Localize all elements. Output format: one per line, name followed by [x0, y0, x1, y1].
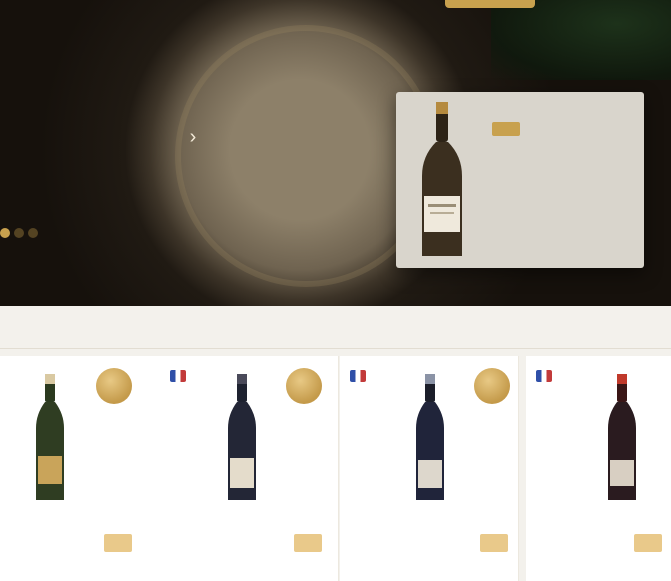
- product-card[interactable]: [0, 356, 179, 581]
- product-bottle-image: [222, 372, 262, 502]
- flag-icon: [170, 370, 186, 382]
- featured-product-card[interactable]: [396, 92, 644, 268]
- page: ›: [0, 0, 671, 581]
- wine-bottle-icon: [416, 374, 444, 500]
- product-card[interactable]: [160, 356, 339, 581]
- cart-icon[interactable]: [104, 534, 132, 552]
- featured-bottle-image: [408, 100, 476, 260]
- flag-icon: [536, 370, 552, 382]
- product-bottle-image: [410, 372, 450, 502]
- hero-dot[interactable]: [0, 228, 10, 238]
- medal-icon: [474, 368, 510, 404]
- flag-icon: [350, 370, 366, 382]
- medal-icon: [286, 368, 322, 404]
- medal-icon: [96, 368, 132, 404]
- hero-top-accent: [445, 0, 535, 8]
- section-divider: [0, 348, 671, 349]
- product-bottle-image: [30, 372, 70, 502]
- featured-info: [492, 108, 632, 141]
- wine-bottle-icon: [608, 374, 636, 500]
- product-card[interactable]: [526, 356, 671, 581]
- cart-icon[interactable]: [480, 534, 508, 552]
- hero-text: [10, 30, 200, 44]
- hero-decor-greenery: [491, 0, 671, 80]
- product-bottle-image: [602, 372, 642, 502]
- cart-icon[interactable]: [294, 534, 322, 552]
- hero-dot[interactable]: [28, 228, 38, 238]
- hero-banner: ›: [0, 0, 671, 306]
- hero-dot[interactable]: [14, 228, 24, 238]
- cart-icon[interactable]: [634, 534, 662, 552]
- hero-pagination: [0, 228, 38, 238]
- wine-bottle-icon: [36, 374, 64, 500]
- wine-bottle-icon: [422, 102, 462, 256]
- product-grid: [0, 356, 671, 581]
- wine-bottle-icon: [228, 374, 256, 500]
- product-card[interactable]: [340, 356, 519, 581]
- featured-buy-button[interactable]: [492, 122, 520, 136]
- chevron-right-icon[interactable]: ›: [182, 126, 204, 148]
